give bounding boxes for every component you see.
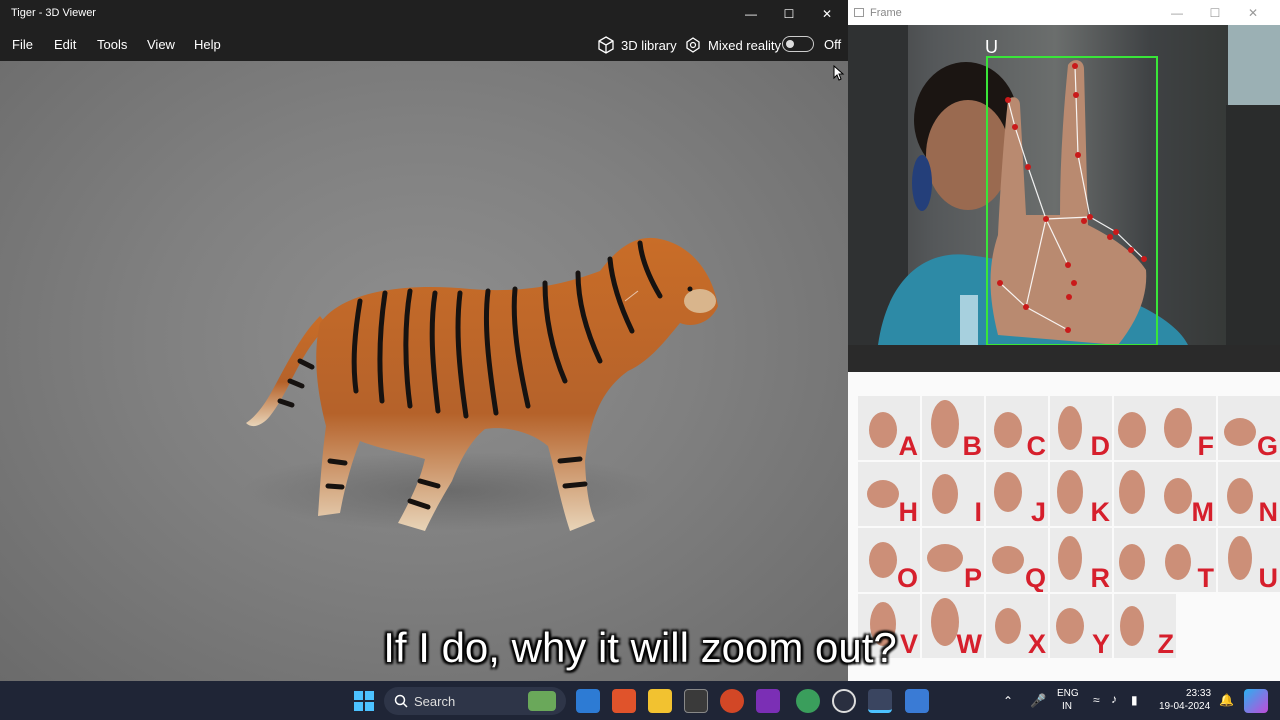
search-highlight-icon [528, 691, 556, 711]
asl-cell-j: J [986, 462, 1048, 526]
chevron-up-icon[interactable]: ⌃ [1003, 694, 1013, 708]
mixed-reality-icon [686, 37, 700, 53]
asl-cell-p: P [922, 528, 984, 592]
asl-cell-f: F [1154, 396, 1216, 460]
asl-letter: N [1258, 497, 1279, 526]
mixed-reality-button[interactable]: Mixed reality [684, 36, 781, 54]
asl-cell-i: I [922, 462, 984, 526]
notification-icon[interactable]: 🔔 [1219, 693, 1234, 707]
frame-window: Frame — ☐ ✕ U [848, 0, 1280, 372]
asl-cell-q: Q [986, 528, 1048, 592]
windows-start-icon[interactable] [352, 689, 376, 713]
clock-time[interactable]: 23:33 [1186, 688, 1211, 699]
asl-cell-m: M [1154, 462, 1216, 526]
asl-cell-r: R [1050, 528, 1112, 592]
asl-letter: T [1197, 563, 1215, 592]
asl-letter: K [1090, 497, 1111, 526]
asl-cell-k: K [1050, 462, 1112, 526]
obs-icon[interactable] [832, 689, 856, 713]
3d-viewer-window: Tiger - 3D Viewer — ☐ ✕ File Edit Tools … [0, 0, 848, 681]
asl-cell-a: A [858, 396, 920, 460]
asl-cell-h: H [858, 462, 920, 526]
menu-help[interactable]: Help [194, 37, 221, 52]
asl-letter: D [1090, 431, 1111, 460]
frame-titlebar[interactable]: Frame — ☐ ✕ [848, 0, 1280, 25]
asl-cell-t: T [1154, 528, 1216, 592]
language-top[interactable]: ENG [1057, 688, 1079, 699]
menu-file[interactable]: File [12, 37, 33, 52]
asl-letter: F [1197, 431, 1215, 460]
asl-letter: I [974, 497, 982, 526]
asl-cell-g: G [1218, 396, 1280, 460]
frame-bottom-bar [848, 345, 1280, 372]
asl-letter: B [962, 431, 983, 460]
asl-letter: C [1026, 431, 1047, 460]
menu-view[interactable]: View [147, 37, 175, 52]
python-icon[interactable] [796, 689, 820, 713]
asl-letter: Q [1024, 563, 1046, 592]
file-explorer-icon[interactable] [648, 689, 672, 713]
asl-letter: R [1090, 563, 1111, 592]
asl-cell-b: B [922, 396, 984, 460]
frame-maximize-button[interactable]: ☐ [1196, 0, 1234, 25]
wifi-icon[interactable]: ≈ [1093, 693, 1100, 707]
frame-minimize-button[interactable]: — [1158, 0, 1196, 25]
powerpoint-icon[interactable] [720, 689, 744, 713]
window-icon [854, 8, 864, 17]
webcam-feed: U [848, 25, 1280, 345]
cube-icon [598, 36, 614, 54]
volume-icon[interactable]: ♪ [1111, 692, 1117, 706]
viewer-title: Tiger - 3D Viewer [11, 7, 96, 19]
mixed-reality-toggle[interactable] [782, 36, 814, 52]
brave-icon[interactable] [612, 689, 636, 713]
vscode-icon[interactable] [576, 689, 600, 713]
hand-landmarks [997, 63, 1147, 333]
asl-cell-o: O [858, 528, 920, 592]
asl-letter: P [963, 563, 982, 592]
3d-viewer-taskbar-icon[interactable] [868, 689, 892, 713]
frame-title: Frame [870, 7, 902, 19]
microphone-icon[interactable]: 🎤 [1030, 693, 1046, 709]
asl-letter: M [1191, 497, 1215, 526]
photos-icon[interactable] [905, 689, 929, 713]
asl-letter: J [1030, 497, 1046, 526]
terminal-icon[interactable] [684, 689, 708, 713]
viewer-menubar: File Edit Tools View Help 3D library Mix… [0, 27, 848, 61]
menu-edit[interactable]: Edit [54, 37, 76, 52]
3d-library-button[interactable]: 3D library [597, 36, 677, 54]
asl-letter: O [896, 563, 918, 592]
clock-date[interactable]: 19-04-2024 [1159, 701, 1210, 712]
close-button[interactable]: ✕ [808, 0, 846, 27]
asl-cell-d: D [1050, 396, 1112, 460]
mouse-cursor [833, 65, 845, 81]
video-subtitle: If I do, why it will zoom out? [383, 624, 897, 671]
asl-cell-c: C [986, 396, 1048, 460]
mixed-reality-label: Mixed reality [708, 37, 781, 53]
maximize-button[interactable]: ☐ [770, 0, 808, 27]
copilot-icon[interactable] [1244, 689, 1268, 713]
3d-library-label: 3D library [621, 37, 677, 53]
taskbar-search-box[interactable]: Search [384, 687, 566, 715]
asl-letter: U [1258, 563, 1279, 592]
frame-close-button[interactable]: ✕ [1234, 0, 1272, 25]
asl-cell-n: N [1218, 462, 1280, 526]
asl-letter: G [1256, 431, 1278, 460]
asl-cell-u: U [1218, 528, 1280, 592]
viewer-titlebar[interactable]: Tiger - 3D Viewer — ☐ ✕ [0, 0, 848, 27]
battery-icon[interactable]: ▮ [1131, 693, 1138, 707]
menu-tools[interactable]: Tools [97, 37, 127, 52]
toggle-state-label: Off [824, 37, 842, 52]
asl-letter: H [898, 497, 919, 526]
3d-viewport[interactable] [0, 61, 848, 681]
search-icon [394, 694, 408, 708]
search-placeholder: Search [414, 694, 456, 709]
minimize-button[interactable]: — [732, 0, 770, 27]
taskbar: Search ⌃ 🎤 ENG IN ≈ ♪ ▮ 23:33 19-04-2024… [0, 681, 1280, 720]
language-bottom[interactable]: IN [1062, 701, 1072, 712]
tiger-model[interactable] [0, 61, 848, 681]
onenote-icon[interactable] [756, 689, 780, 713]
asl-letter: A [898, 431, 919, 460]
